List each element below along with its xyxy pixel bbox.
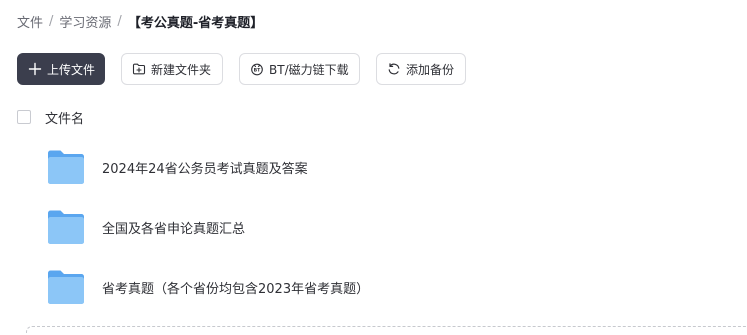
add-backup-button[interactable]: 添加备份 [376, 53, 466, 85]
drop-zone-border [26, 326, 747, 335]
upload-button-label: 上传文件 [47, 62, 96, 77]
column-header-filename[interactable]: 文件名 [45, 108, 84, 127]
folder-icon [48, 210, 84, 244]
file-list-header: 文件名 [17, 107, 84, 127]
plus-icon [28, 62, 42, 76]
file-name[interactable]: 省考真题（各个省份均包含2023年省考真题） [102, 278, 369, 297]
toolbar: 上传文件 新建文件夹 BT BT/磁力链下载 添加备份 [17, 53, 466, 85]
folder-add-icon [132, 62, 146, 76]
bt-button-label: BT/磁力链下载 [269, 62, 349, 77]
file-row[interactable]: 2024年24省公务员考试真题及答案 [0, 139, 747, 195]
new-folder-button-label: 新建文件夹 [151, 62, 212, 77]
breadcrumb-separator: / [117, 13, 122, 29]
breadcrumb-separator: / [49, 13, 54, 29]
file-browser: 文件 / 学习资源 / 【考公真题-省考真题】 上传文件 新建文件夹 BT BT… [0, 0, 747, 335]
svg-text:BT: BT [254, 67, 262, 73]
add-backup-button-label: 添加备份 [406, 62, 455, 77]
file-name[interactable]: 2024年24省公务员考试真题及答案 [102, 158, 308, 177]
breadcrumb: 文件 / 学习资源 / 【考公真题-省考真题】 [17, 11, 263, 31]
breadcrumb-item-files[interactable]: 文件 [17, 12, 43, 31]
new-folder-button[interactable]: 新建文件夹 [121, 53, 223, 85]
bt-icon: BT [250, 62, 264, 76]
upload-button[interactable]: 上传文件 [17, 53, 105, 85]
folder-icon [48, 150, 84, 184]
breadcrumb-current: 【考公真题-省考真题】 [127, 15, 264, 31]
bt-magnet-download-button[interactable]: BT BT/磁力链下载 [239, 53, 360, 85]
breadcrumb-item-study-resources[interactable]: 学习资源 [59, 12, 111, 31]
file-name[interactable]: 全国及各省申论真题汇总 [102, 218, 245, 237]
file-row[interactable]: 省考真题（各个省份均包含2023年省考真题） [0, 259, 747, 315]
sync-icon [387, 62, 401, 76]
file-row[interactable]: 全国及各省申论真题汇总 [0, 199, 747, 255]
folder-icon [48, 270, 84, 304]
select-all-checkbox[interactable] [17, 110, 31, 124]
